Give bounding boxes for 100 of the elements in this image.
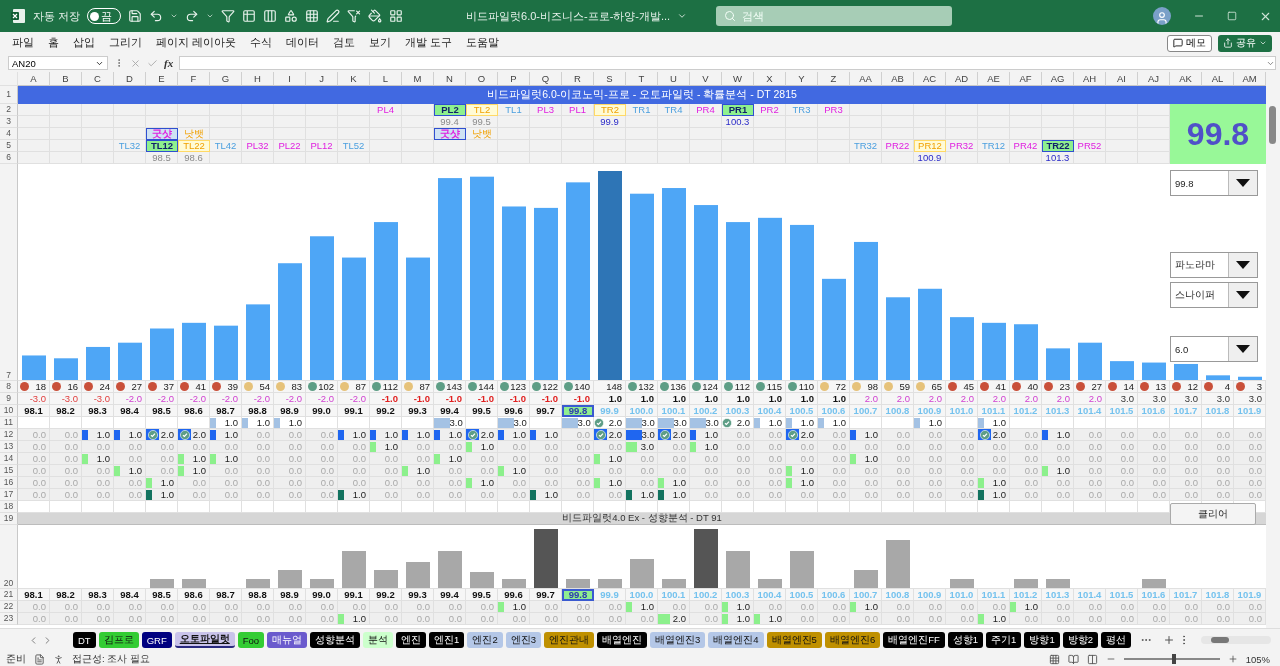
formula-field[interactable]: [179, 56, 1276, 70]
column-header[interactable]: T: [626, 72, 658, 86]
column-header[interactable]: G: [210, 72, 242, 86]
bin-value[interactable]: 98.2: [50, 405, 82, 417]
column-header[interactable]: Z: [818, 72, 850, 86]
column-header[interactable]: A: [18, 72, 50, 86]
sheet-tab[interactable]: 배열엔진3: [650, 632, 706, 648]
sheet-tab[interactable]: 배열엔진5: [766, 632, 822, 648]
bin-value[interactable]: 99.8: [562, 405, 594, 417]
menu-item[interactable]: 데이터: [285, 36, 319, 50]
sheet-tab[interactable]: 방향1: [1024, 632, 1060, 648]
sheet-tab[interactable]: 배열엔진: [597, 632, 647, 648]
layout-icon[interactable]: [389, 9, 404, 23]
bin-value[interactable]: 98.8: [242, 589, 274, 601]
avatar-icon[interactable]: [1153, 7, 1171, 25]
menu-item[interactable]: 홈: [48, 36, 59, 50]
bin-value[interactable]: 99.5: [466, 589, 498, 601]
column-header[interactable]: X: [754, 72, 786, 86]
column-header[interactable]: P: [498, 72, 530, 86]
page-break-icon[interactable]: [1086, 653, 1098, 665]
clear-filter-icon[interactable]: [347, 9, 362, 23]
vertical-scrollbar[interactable]: [1266, 72, 1280, 628]
bin-value[interactable]: 98.3: [82, 589, 114, 601]
bin-value[interactable]: 98.4: [114, 405, 146, 417]
bin-value[interactable]: 99.4: [434, 589, 466, 601]
sheet-tab[interactable]: 엔진: [396, 632, 427, 648]
sheet-tab[interactable]: DT: [73, 632, 96, 648]
menu-item[interactable]: 파일: [12, 36, 34, 50]
sheet-tab[interactable]: 김프로: [98, 632, 139, 648]
sheet-tab[interactable]: 오토파일럿: [174, 632, 235, 648]
bin-value[interactable]: 99.7: [530, 405, 562, 417]
macro-icon[interactable]: [34, 653, 45, 665]
column-header[interactable]: AG: [1042, 72, 1074, 86]
pen-icon[interactable]: [326, 9, 341, 23]
sheet-tab[interactable]: 성향1: [947, 632, 984, 648]
bin-value[interactable]: 99.3: [402, 405, 434, 417]
bin-value[interactable]: 99.0: [306, 405, 338, 417]
bin-value[interactable]: 99.2: [370, 405, 402, 417]
sheet-tab[interactable]: 엔진1: [429, 632, 465, 648]
bin-value[interactable]: 98.5: [146, 589, 178, 601]
column-header[interactable]: C: [82, 72, 114, 86]
column-header[interactable]: Y: [786, 72, 818, 86]
column-header[interactable]: AL: [1202, 72, 1234, 86]
bin-value[interactable]: 99.6: [498, 589, 530, 601]
bin-value[interactable]: 98.8: [242, 405, 274, 417]
column-header[interactable]: AF: [1010, 72, 1042, 86]
column-header[interactable]: H: [242, 72, 274, 86]
column-header[interactable]: AA: [850, 72, 882, 86]
column-header[interactable]: Q: [530, 72, 562, 86]
bin-value[interactable]: 98.2: [50, 589, 82, 601]
column-header[interactable]: AB: [882, 72, 914, 86]
sheet-tab[interactable]: 엔진관내: [544, 632, 594, 648]
fill-color-icon[interactable]: [368, 9, 383, 23]
bin-value[interactable]: 99.7: [530, 589, 562, 601]
bin-value[interactable]: 99.0: [306, 589, 338, 601]
bin-value[interactable]: 98.1: [18, 589, 50, 601]
column-header[interactable]: AM: [1234, 72, 1266, 86]
column-header[interactable]: F: [178, 72, 210, 86]
menu-item[interactable]: 개발 도구: [404, 36, 452, 50]
column-header[interactable]: AK: [1170, 72, 1202, 86]
column-header[interactable]: W: [722, 72, 754, 86]
sheet-tab[interactable]: 주기1: [986, 632, 1022, 648]
bin-value[interactable]: 99.8: [562, 589, 594, 601]
dropdown[interactable]: 6.0: [1170, 336, 1258, 362]
name-box[interactable]: AN20: [8, 56, 108, 70]
document-title[interactable]: 비드파일럿6.0-비즈니스-프로-하양-개발...: [466, 8, 671, 24]
column-header[interactable]: AC: [914, 72, 946, 86]
maximize-icon[interactable]: [1227, 11, 1237, 21]
menu-item[interactable]: 보기: [368, 36, 391, 50]
shapes-icon[interactable]: [284, 9, 299, 23]
sheet-tab[interactable]: 성향분석: [310, 632, 361, 648]
column-header[interactable]: S: [594, 72, 626, 86]
column-header[interactable]: I: [274, 72, 306, 86]
clear-button[interactable]: 클리어: [1170, 503, 1256, 525]
dropdown[interactable]: 99.8: [1170, 170, 1258, 196]
redo-icon[interactable]: [185, 9, 200, 23]
sheet-tab[interactable]: 매뉴얼: [267, 632, 308, 648]
normal-view-icon[interactable]: [1048, 653, 1060, 665]
bin-value[interactable]: 99.4: [434, 405, 466, 417]
memo-button[interactable]: 메모: [1167, 34, 1212, 52]
bin-value[interactable]: 98.4: [114, 589, 146, 601]
caret-icon[interactable]: [677, 11, 688, 21]
zoom-level[interactable]: 105%: [1245, 653, 1270, 665]
bin-value[interactable]: 99.5: [466, 405, 498, 417]
menu-item[interactable]: 검토: [332, 36, 355, 50]
undo-icon[interactable]: [149, 9, 164, 23]
bin-value[interactable]: 99.2: [370, 589, 402, 601]
column-header[interactable]: M: [402, 72, 434, 86]
sheet-tab[interactable]: 엔진3: [505, 632, 541, 648]
column-header[interactable]: E: [146, 72, 178, 86]
menu-item[interactable]: 페이지 레이아웃: [156, 36, 236, 50]
accessibility-status[interactable]: 접근성: 조사 필요: [72, 652, 150, 666]
column-header[interactable]: L: [370, 72, 402, 86]
function-label[interactable]: fx: [164, 57, 174, 69]
column-header[interactable]: R: [562, 72, 594, 86]
column-header[interactable]: N: [434, 72, 466, 86]
sheet-tab[interactable]: 배열엔진6: [824, 632, 881, 648]
share-button[interactable]: 공유: [1218, 34, 1272, 52]
column-header[interactable]: K: [338, 72, 370, 86]
add-sheet-icon[interactable]: [1163, 634, 1175, 646]
